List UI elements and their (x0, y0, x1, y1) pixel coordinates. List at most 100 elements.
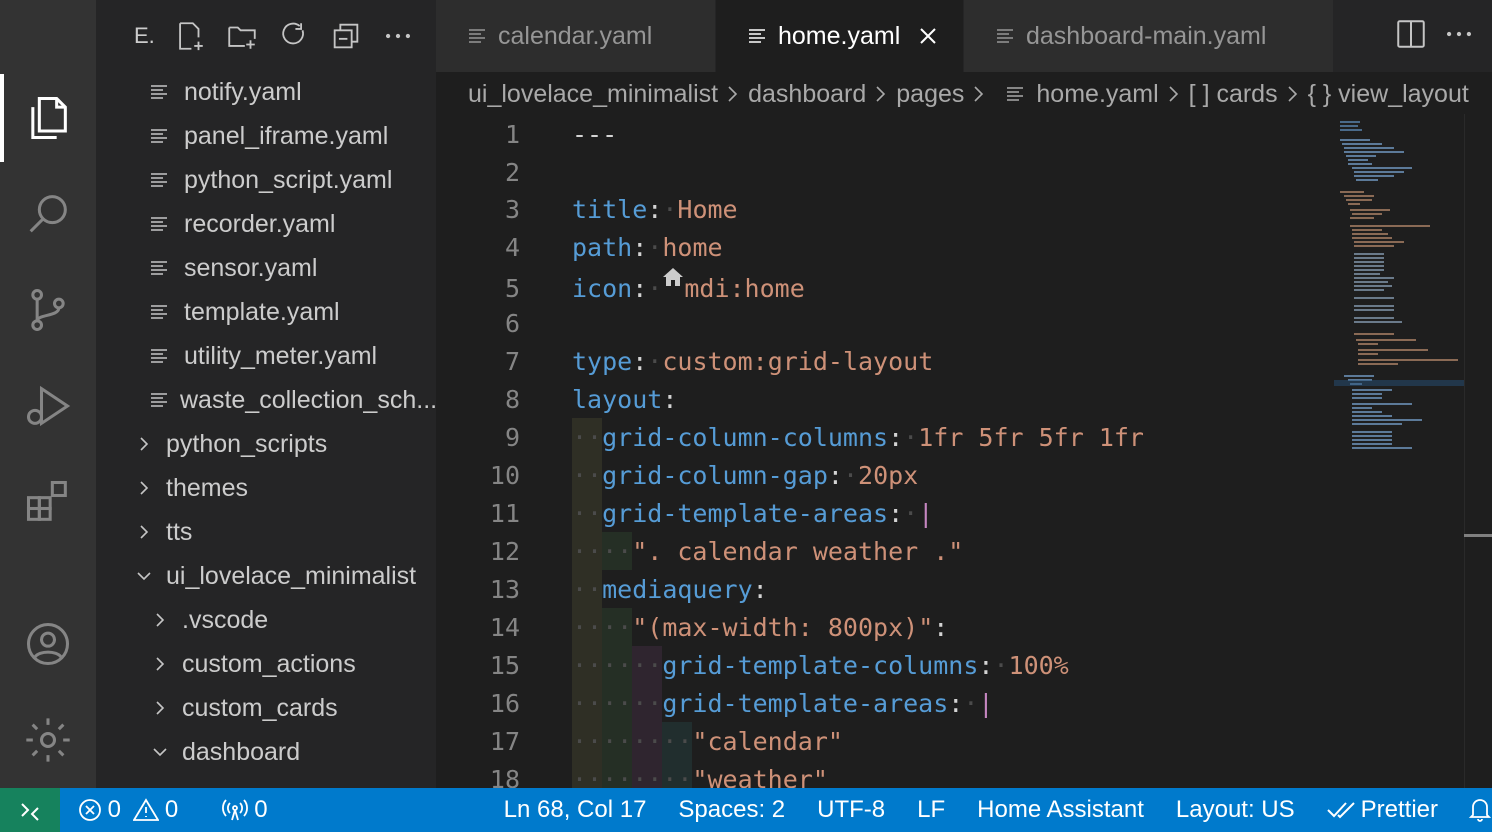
keyboard-layout[interactable]: Layout: US (1176, 796, 1295, 824)
file-item[interactable]: template.yaml (96, 290, 436, 334)
warning-count: 0 (164, 796, 179, 823)
run-debug-icon[interactable] (0, 362, 96, 450)
cursor-position[interactable]: Ln 68, Col 17 (504, 796, 647, 824)
code-line: 14 ····"(max-width: 800px)": (436, 608, 1466, 646)
chevron-right-icon (146, 606, 174, 634)
formatter-status[interactable]: Prettier (1326, 796, 1438, 824)
breadcrumb-item: home.yaml (1036, 79, 1159, 108)
file-item[interactable]: python_script.yaml (96, 158, 436, 202)
file-label: panel_iframe.yaml (184, 121, 389, 150)
folder-item-expanded[interactable]: dashboard (96, 730, 436, 774)
breadcrumb-item[interactable]: ui_lovelace_minimalist (468, 80, 718, 109)
chevron-right-icon (146, 650, 174, 678)
more-actions-icon[interactable] (1442, 17, 1476, 56)
source-control-icon[interactable] (0, 266, 96, 354)
folder-label: python_scripts (166, 429, 328, 458)
new-file-icon[interactable] (164, 10, 216, 62)
breadcrumb-file[interactable]: home.yaml (1006, 79, 1159, 109)
new-folder-icon[interactable] (216, 10, 268, 62)
file-item[interactable]: sensor.yaml (96, 246, 436, 290)
yaml-key: grid-template-areas (602, 498, 889, 528)
code-line: 16 ······grid-template-areas:·| (436, 684, 1466, 722)
file-item[interactable]: waste_collection_sch... (96, 378, 436, 422)
breadcrumb-item[interactable]: { } view_layout (1308, 80, 1469, 109)
yaml-block-indicator: | (978, 688, 994, 718)
line-number: 17 (489, 726, 520, 756)
chevron-right-icon (130, 430, 158, 458)
home-icon (662, 264, 684, 293)
code-line: 6 (436, 304, 1466, 342)
editor-tabs: calendar.yaml home.yaml dashboard-main.y… (436, 0, 1492, 72)
folder-label: custom_actions (182, 649, 356, 678)
refresh-icon[interactable] (268, 10, 320, 62)
folder-item-expanded[interactable]: ui_lovelace_minimalist (96, 554, 436, 598)
end-of-line[interactable]: LF (917, 796, 945, 824)
breadcrumb-item[interactable]: pages (896, 80, 964, 109)
folder-item[interactable]: python_scripts (96, 422, 436, 466)
ports-indicator[interactable]: 0 (222, 796, 268, 824)
chevron-right-icon (130, 518, 158, 546)
split-editor-icon[interactable] (1394, 17, 1428, 56)
remote-indicator[interactable] (0, 788, 60, 832)
explorer-header: E. (96, 0, 436, 72)
chevron-right-icon (874, 85, 888, 103)
file-lines-icon (1006, 85, 1024, 103)
line-number: 5 (504, 273, 520, 303)
file-item[interactable]: panel_iframe.yaml (96, 114, 436, 158)
yaml-value: 1fr 5fr 5fr 1fr (918, 422, 1144, 452)
search-icon[interactable] (0, 170, 96, 258)
settings-gear-icon[interactable] (0, 696, 96, 784)
yaml-value: 100% (1008, 650, 1069, 680)
folder-item[interactable]: themes (96, 466, 436, 510)
folder-label: themes (166, 473, 248, 502)
tab-dashboard-main-yaml[interactable]: dashboard-main.yaml (964, 0, 1334, 72)
indentation[interactable]: Spaces: 2 (678, 796, 785, 824)
tab-label: calendar.yaml (498, 21, 653, 50)
tab-home-yaml[interactable]: home.yaml (716, 0, 964, 72)
file-item[interactable]: recorder.yaml (96, 202, 436, 246)
yaml-key: mediaquery (602, 574, 753, 604)
folder-item[interactable]: custom_actions (96, 642, 436, 686)
notifications-bell-icon[interactable] (1468, 797, 1492, 823)
chevron-right-icon (972, 85, 986, 103)
code-editor[interactable]: 1 --- 2 3 title:·Home 4 path:·home 5 ico… (436, 114, 1492, 788)
extensions-icon[interactable] (0, 458, 96, 546)
code-line: 12 ····". calendar weather ." (436, 532, 1466, 570)
line-number: 3 (504, 194, 520, 224)
language-mode[interactable]: Home Assistant (977, 796, 1144, 824)
folder-item[interactable]: tts (96, 510, 436, 554)
breadcrumb-item[interactable]: dashboard (748, 80, 866, 109)
file-tree: notify.yaml panel_iframe.yaml python_scr… (96, 70, 436, 774)
file-item[interactable]: utility_meter.yaml (96, 334, 436, 378)
account-icon[interactable] (0, 600, 96, 688)
explorer-icon[interactable] (0, 74, 96, 162)
more-actions-icon[interactable] (372, 10, 424, 62)
problems-indicator[interactable]: 0 0 (78, 796, 179, 824)
close-icon[interactable] (918, 26, 938, 46)
encoding[interactable]: UTF-8 (817, 796, 885, 824)
file-label: notify.yaml (184, 77, 302, 106)
yaml-value: Home (677, 194, 738, 224)
tab-calendar-yaml[interactable]: calendar.yaml (436, 0, 716, 72)
yaml-key: grid-template-columns (662, 650, 979, 680)
tab-label: home.yaml (778, 21, 901, 50)
ports-count: 0 (254, 796, 268, 823)
folder-item[interactable]: .vscode (96, 598, 436, 642)
file-label: utility_meter.yaml (184, 341, 378, 370)
yaml-key: "(max-width: 800px)" (632, 612, 934, 642)
line-number: 2 (504, 157, 520, 187)
yaml-key: layout (572, 384, 663, 414)
status-bar: 0 0 0 Ln 68, Col 17 Spaces: 2 UTF-8 LF H… (0, 788, 1492, 832)
breadcrumb: ui_lovelace_minimalist dashboard pages h… (436, 72, 1492, 116)
breadcrumb-item[interactable]: [ ] cards (1189, 80, 1278, 109)
collapse-all-icon[interactable] (320, 10, 372, 62)
yaml-key: icon (572, 273, 633, 303)
yaml-value: 20px (858, 460, 919, 490)
yaml-key: grid-template-areas (662, 688, 949, 718)
explorer-title: E. (134, 23, 155, 48)
code-line: 1 --- (436, 115, 1466, 153)
file-item[interactable]: notify.yaml (96, 70, 436, 114)
vertical-scrollbar[interactable] (1464, 114, 1492, 788)
minimap[interactable] (1334, 114, 1464, 494)
folder-item[interactable]: custom_cards (96, 686, 436, 730)
